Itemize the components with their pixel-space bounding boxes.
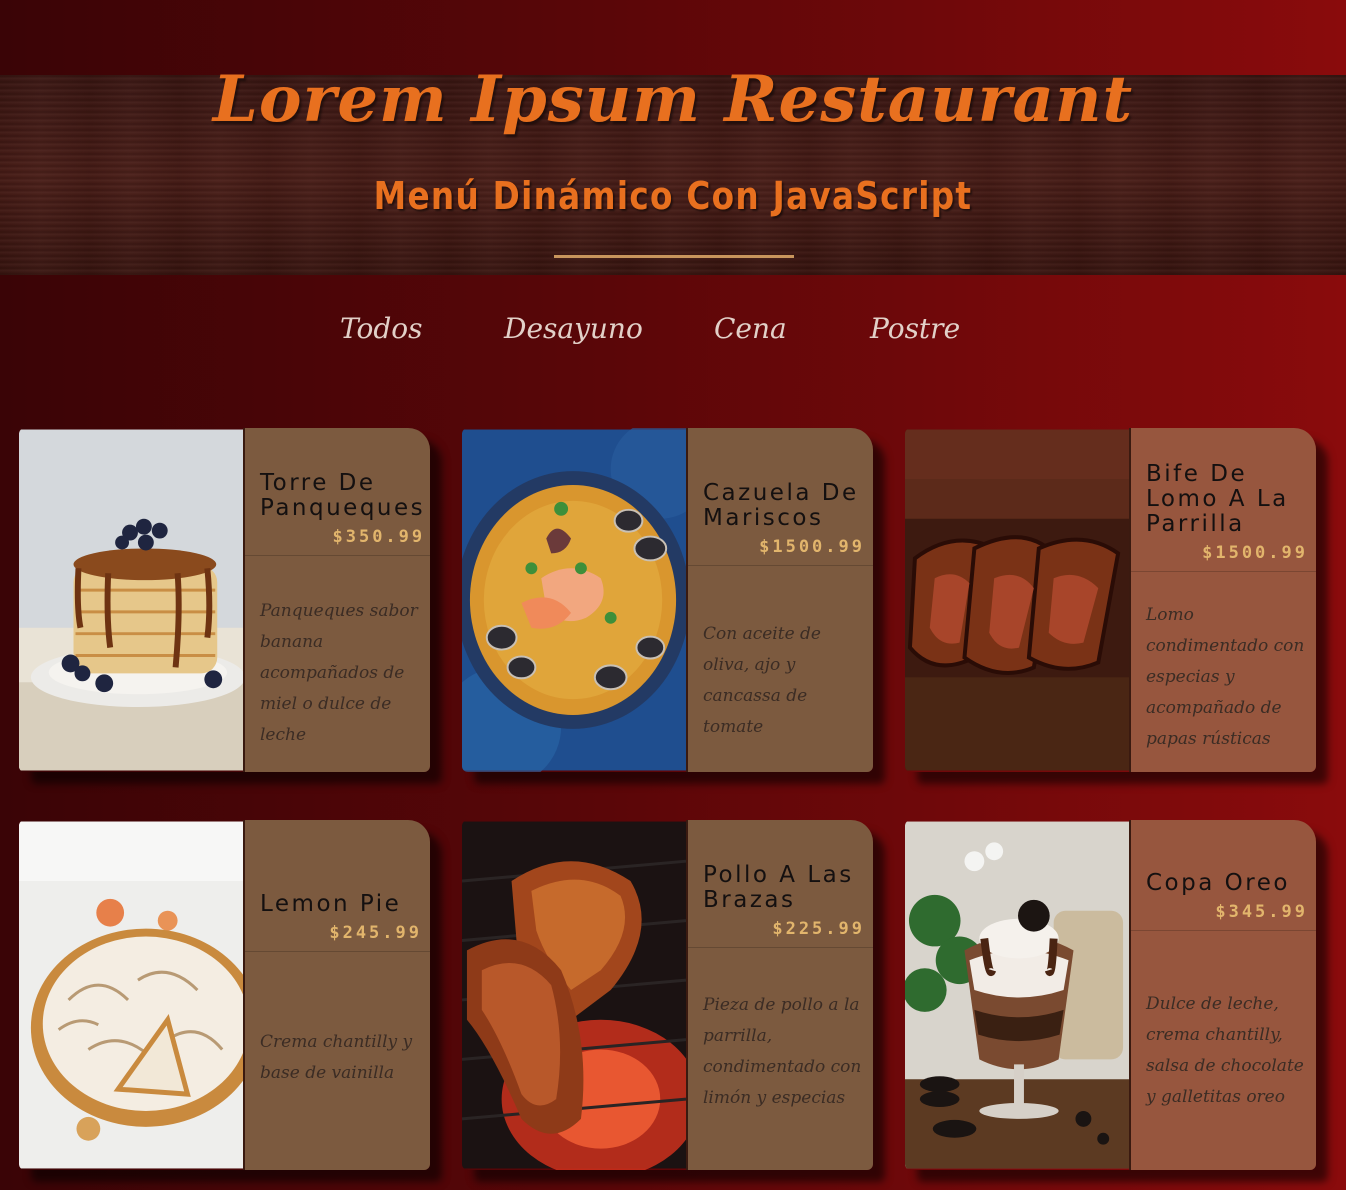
dish-price: $350.99 <box>332 527 426 547</box>
dish-description: Dulce de leche, crema chantilly, salsa d… <box>1146 994 1304 1107</box>
lemon-pie-photo <box>19 820 245 1170</box>
dish-name: Copa Oreo <box>1146 870 1290 896</box>
seafood-stew-photo <box>462 428 688 772</box>
dish-description: Lomo condimentado con especias y acompañ… <box>1146 605 1305 749</box>
card-divider <box>688 947 873 948</box>
filter-todos-button[interactable]: Todos <box>340 312 423 345</box>
filter-postre-button[interactable]: Postre <box>870 312 960 345</box>
filter-bar: Todos Desayuno Cena Postre <box>0 312 1346 356</box>
menu-card-bife-de-lomo: Bife De Lomo A La Parrilla $1500.99 Lomo… <box>905 428 1316 772</box>
card-body: Lemon Pie $245.99 Crema chantilly y base… <box>245 820 430 1170</box>
card-divider <box>1131 571 1316 572</box>
card-body: Cazuela De Mariscos $1500.99 Con aceite … <box>688 428 873 772</box>
dish-name: Pollo A Las Brazas <box>703 862 854 913</box>
card-body: Pollo A Las Brazas $225.99 Pieza de poll… <box>688 820 873 1170</box>
dish-description: Panqueques sabor banana acompañados de m… <box>260 601 418 745</box>
dish-price: $1500.99 <box>1202 543 1308 563</box>
grilled-chicken-photo <box>462 820 688 1170</box>
dish-description: Pieza de pollo a la parrilla, condimenta… <box>703 995 862 1108</box>
restaurant-title: Lorem Ipsum Restaurant <box>212 62 1134 137</box>
dish-name: Bife De Lomo A La Parrilla <box>1146 461 1289 537</box>
dish-name: Torre De Panqueques <box>260 470 426 521</box>
card-divider <box>1131 930 1316 931</box>
menu-card-lemon-pie: Lemon Pie $245.99 Crema chantilly y base… <box>19 820 430 1170</box>
dish-name: Lemon Pie <box>260 891 402 917</box>
pancakes-photo <box>19 428 245 772</box>
dish-price: $1500.99 <box>759 537 865 557</box>
dish-price: $345.99 <box>1215 902 1308 922</box>
oreo-cup-photo <box>905 820 1131 1170</box>
dish-price: $245.99 <box>329 923 422 943</box>
card-body: Bife De Lomo A La Parrilla $1500.99 Lomo… <box>1131 428 1316 772</box>
card-divider <box>688 565 873 566</box>
dish-price: $225.99 <box>772 919 865 939</box>
menu-card-pollo-a-las-brazas: Pollo A Las Brazas $225.99 Pieza de poll… <box>462 820 873 1170</box>
dish-description: Crema chantilly y base de vainilla <box>260 1032 413 1083</box>
grilled-steak-photo <box>905 428 1131 772</box>
card-divider <box>245 555 430 556</box>
dish-name: Cazuela De Mariscos <box>703 480 859 531</box>
card-body: Torre De Panqueques $350.99 Panqueques s… <box>245 428 430 772</box>
card-body: Copa Oreo $345.99 Dulce de leche, crema … <box>1131 820 1316 1170</box>
title-underline <box>554 255 794 258</box>
dish-description: Con aceite de oliva, ajo y cancassa de t… <box>703 624 821 737</box>
menu-card-copa-oreo: Copa Oreo $345.99 Dulce de leche, crema … <box>905 820 1316 1170</box>
card-divider <box>245 951 430 952</box>
filter-desayuno-button[interactable]: Desayuno <box>504 312 643 345</box>
menu-card-cazuela-de-mariscos: Cazuela De Mariscos $1500.99 Con aceite … <box>462 428 873 772</box>
page-subtitle: Menú Dinámico Con JavaScript <box>373 174 973 218</box>
menu-card-torre-de-panqueques: Torre De Panqueques $350.99 Panqueques s… <box>19 428 430 772</box>
filter-cena-button[interactable]: Cena <box>714 312 787 345</box>
